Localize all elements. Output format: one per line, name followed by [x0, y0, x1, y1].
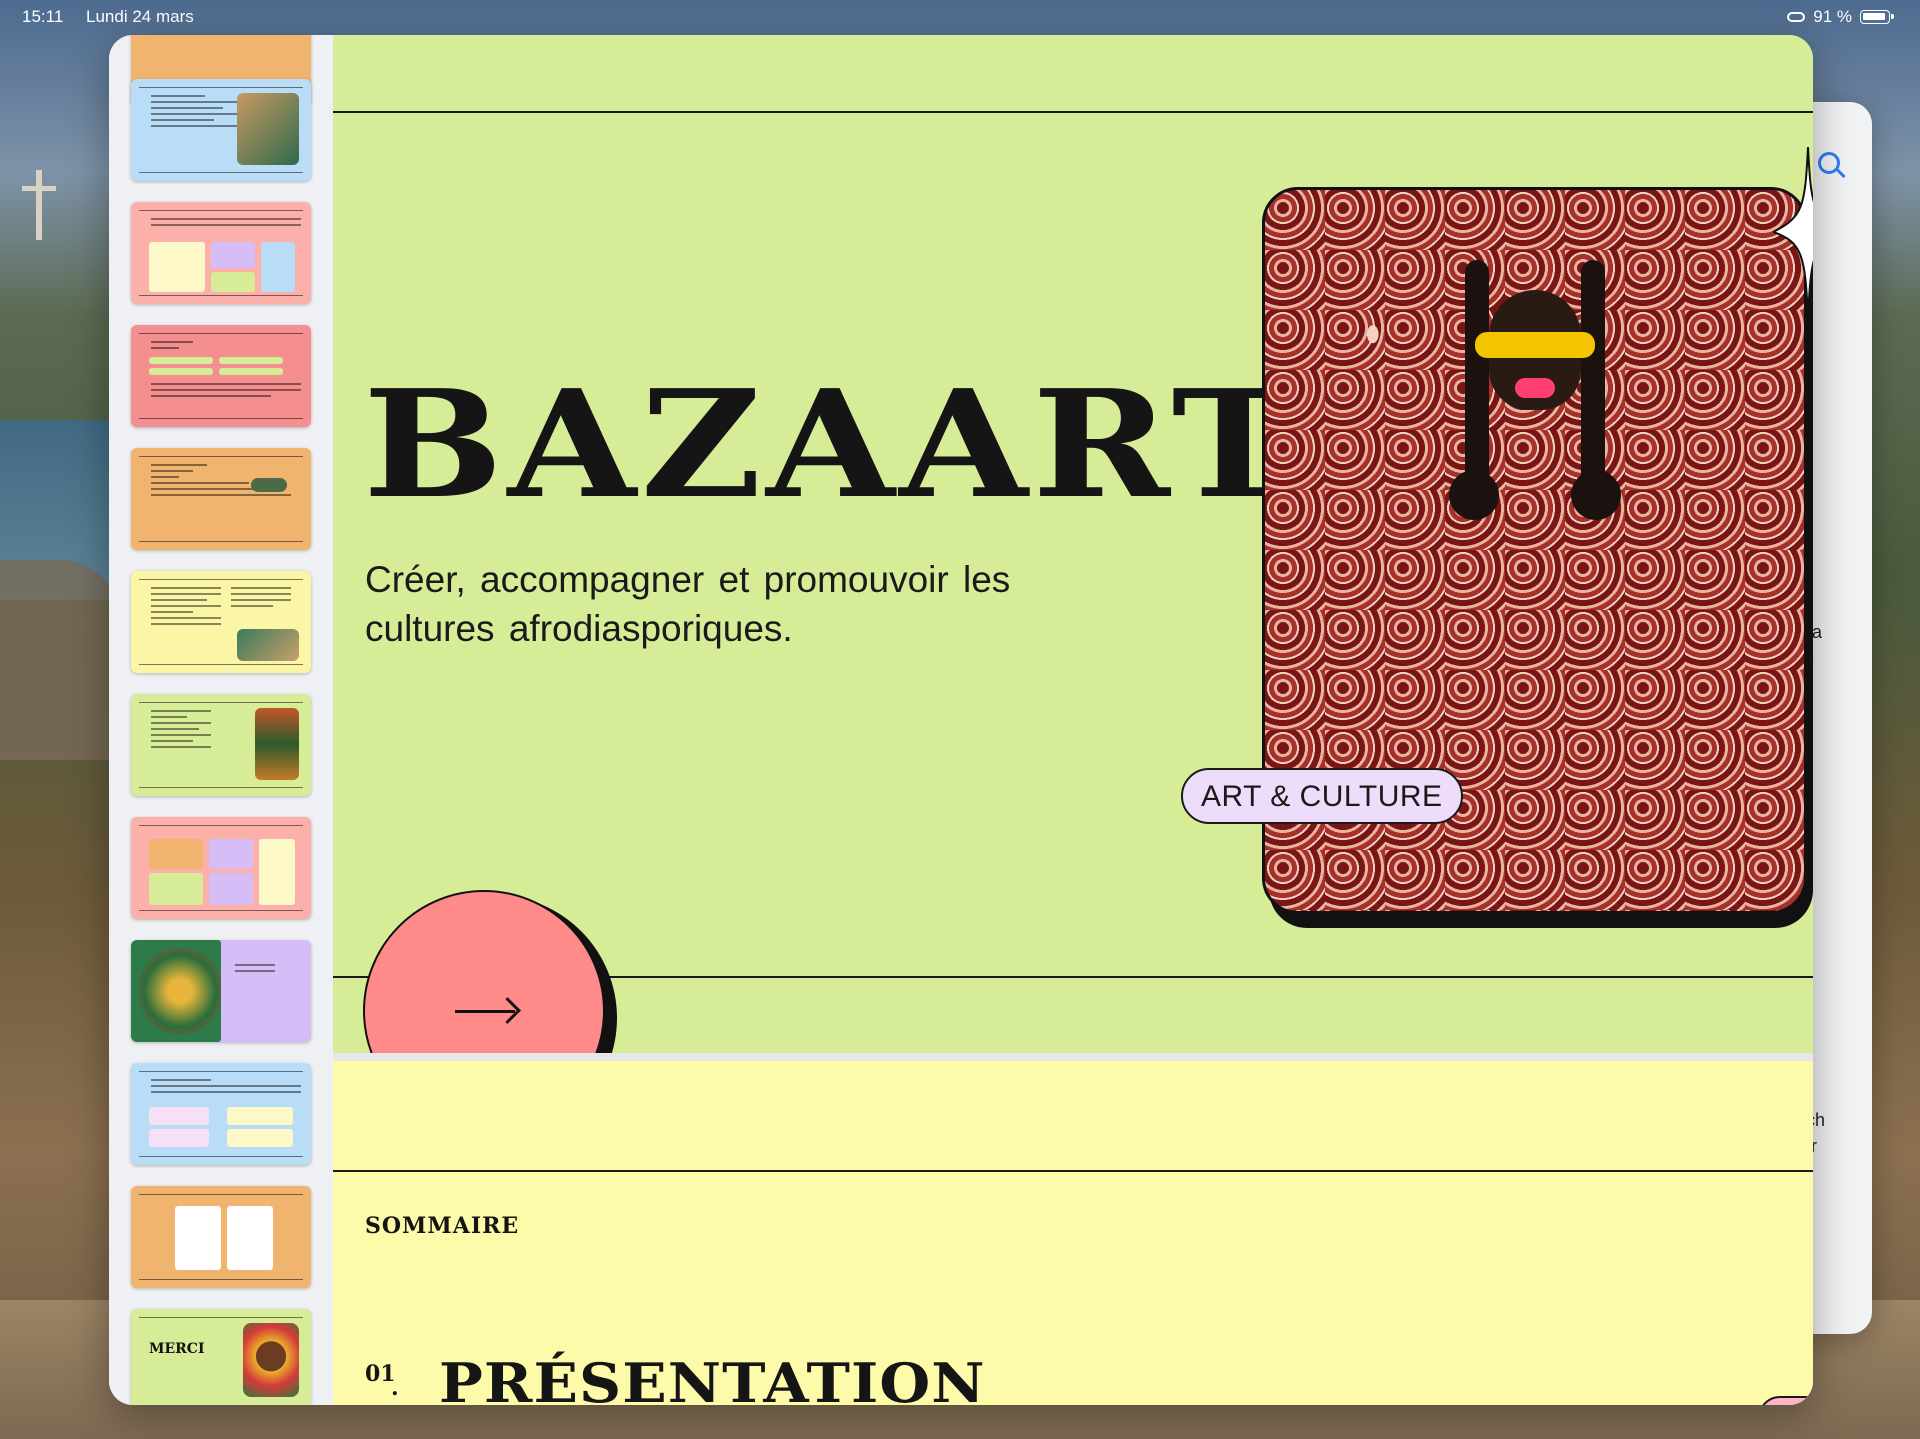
section-title[interactable]: PRÉSENTATION — [439, 1351, 986, 1405]
slide-thumbnail[interactable] — [131, 448, 311, 550]
lips-shape — [1515, 378, 1555, 398]
divider-line — [333, 111, 1813, 113]
category-tag[interactable]: ART & CULTURE — [1181, 768, 1463, 824]
slide-thumbnail[interactable] — [131, 940, 311, 1042]
slides-canvas[interactable]: BAZAART Créer, accompagner et promouvoir… — [333, 35, 1813, 1405]
status-time: 15:11 — [22, 7, 64, 26]
presentation-window[interactable]: MERCI BAZAART Créer, accompagner et prom… — [109, 35, 1813, 1405]
status-bar: 15:11 Lundi 24 mars 91 % — [0, 0, 1920, 32]
battery-percent: 91 % — [1813, 7, 1852, 26]
slide-thumbnail[interactable] — [131, 79, 311, 181]
search-icon[interactable] — [1818, 152, 1840, 174]
wallpaper-rock — [0, 560, 120, 760]
arrow-right-icon — [455, 1010, 515, 1013]
battery-icon — [1860, 10, 1894, 24]
sommaire-slide[interactable]: SOMMAIRE 01 PRÉSENTATION PA — [333, 1061, 1813, 1405]
link-icon — [1787, 12, 1806, 22]
sparkle-icon — [1773, 147, 1813, 317]
slide-thumbnail[interactable] — [131, 1063, 311, 1165]
slide-thumbnail[interactable] — [131, 571, 311, 673]
thumbnail-merci-label: MERCI — [149, 1341, 205, 1357]
title-slide[interactable]: BAZAART Créer, accompagner et promouvoir… — [333, 35, 1813, 1053]
slide-navigator[interactable]: MERCI — [109, 35, 333, 1405]
page-chip[interactable]: PA — [1758, 1396, 1813, 1405]
slide-thumbnail[interactable]: MERCI — [131, 1309, 311, 1405]
slide-thumbnail[interactable] — [131, 1186, 311, 1288]
section-number: 01 — [365, 1361, 398, 1401]
sommaire-heading[interactable]: SOMMAIRE — [365, 1213, 519, 1239]
slide-title[interactable]: BAZAART — [363, 370, 1299, 518]
wallpaper-cross — [22, 170, 56, 240]
slide-thumbnail[interactable] — [131, 694, 311, 796]
slide-subtitle[interactable]: Créer, accompagner et promouvoir les cul… — [365, 555, 1125, 653]
next-arrow-button[interactable] — [363, 890, 605, 1053]
sunglasses-shape — [1475, 332, 1595, 358]
portrait-figure — [1449, 250, 1621, 530]
slide-thumbnail[interactable] — [131, 325, 311, 427]
slide-thumbnail[interactable] — [131, 202, 311, 304]
slide-thumbnail[interactable] — [131, 817, 311, 919]
status-date: Lundi 24 mars — [86, 7, 194, 26]
divider-line — [333, 1170, 1813, 1172]
